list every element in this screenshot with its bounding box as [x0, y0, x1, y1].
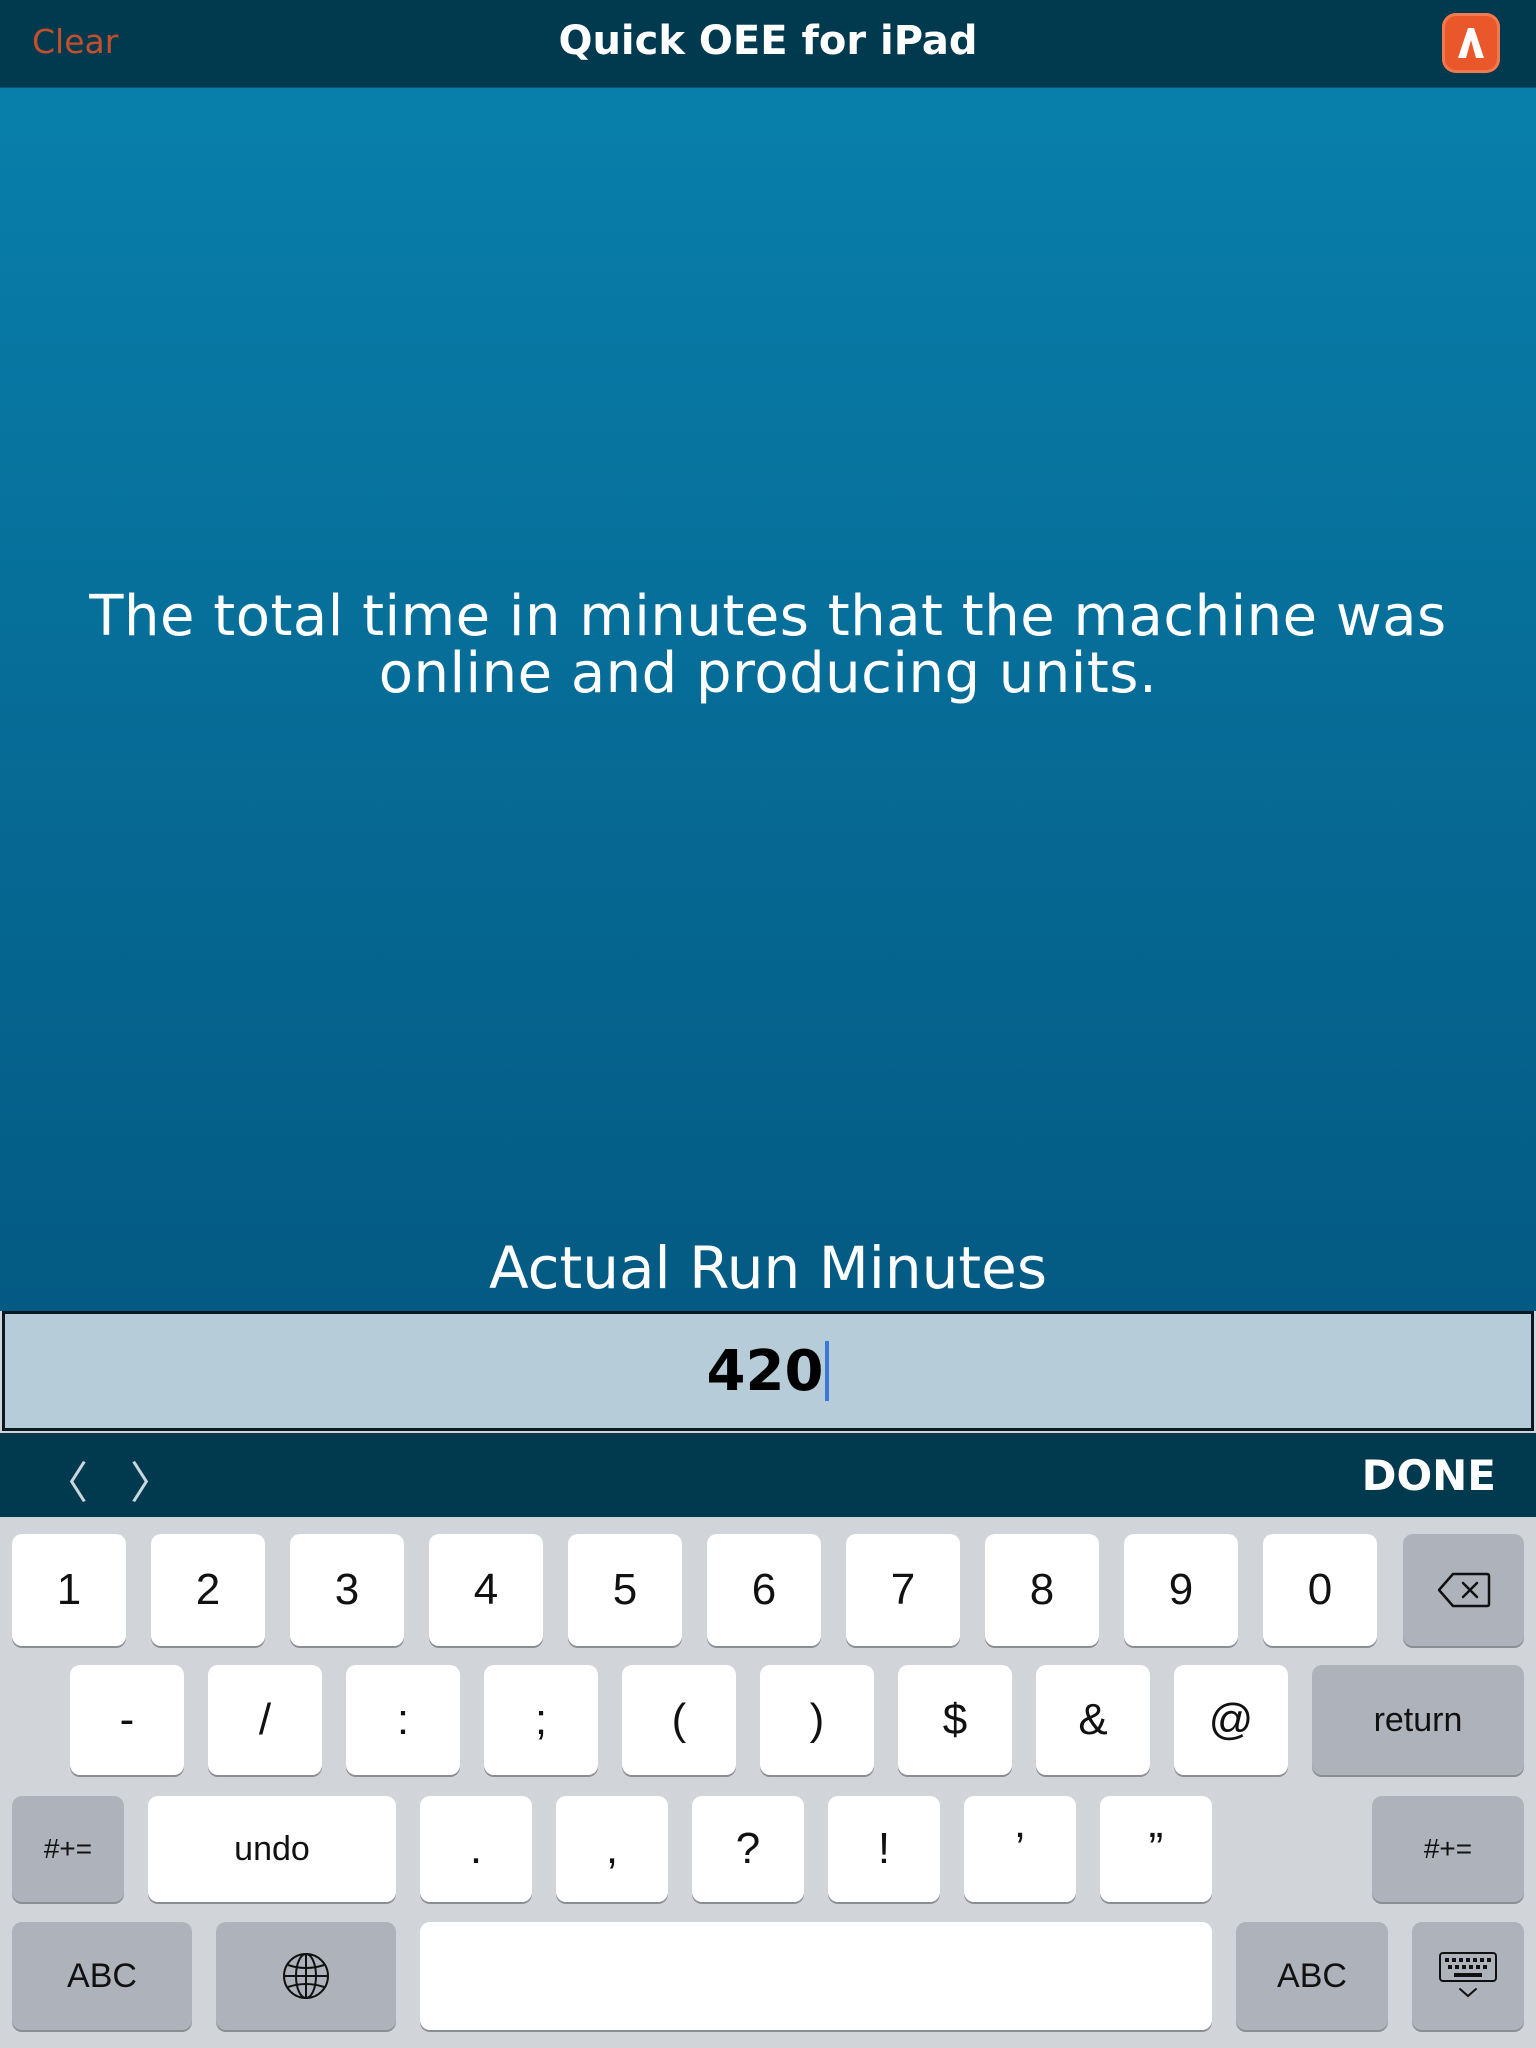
- globe-icon: [283, 1953, 329, 1999]
- key-question[interactable]: ?: [692, 1796, 804, 1902]
- key-8[interactable]: 8: [985, 1534, 1099, 1646]
- key-open-paren[interactable]: (: [622, 1665, 736, 1775]
- key-apostrophe[interactable]: ’: [964, 1796, 1076, 1902]
- key-colon[interactable]: :: [346, 1665, 460, 1775]
- next-field-button[interactable]: 〉: [130, 1447, 174, 1511]
- key-quote[interactable]: ”: [1100, 1796, 1212, 1902]
- key-4[interactable]: 4: [429, 1534, 543, 1646]
- key-5[interactable]: 5: [568, 1534, 682, 1646]
- key-close-paren[interactable]: ): [760, 1665, 874, 1775]
- key-at[interactable]: @: [1174, 1665, 1288, 1775]
- nav-bar: Clear Quick OEE for iPad: [0, 0, 1536, 88]
- key-2[interactable]: 2: [151, 1534, 265, 1646]
- key-semicolon[interactable]: ;: [484, 1665, 598, 1775]
- space-key[interactable]: [420, 1922, 1212, 2030]
- key-3[interactable]: 3: [290, 1534, 404, 1646]
- key-exclamation[interactable]: !: [828, 1796, 940, 1902]
- key-6[interactable]: 6: [707, 1534, 821, 1646]
- main-content: The total time in minutes that the machi…: [0, 88, 1536, 1311]
- keyboard-toolbar: 〈 〉 DONE: [0, 1433, 1536, 1517]
- field-description: The total time in minutes that the machi…: [89, 584, 1447, 706]
- app-logo-icon[interactable]: [1442, 13, 1500, 73]
- text-caret: [825, 1341, 830, 1401]
- symbols-key-left[interactable]: #+=: [12, 1796, 124, 1902]
- input-value: 420: [706, 1338, 824, 1404]
- key-0[interactable]: 0: [1263, 1534, 1377, 1646]
- field-label: Actual Run Minutes: [488, 1234, 1048, 1302]
- key-hyphen[interactable]: -: [70, 1665, 184, 1775]
- undo-key[interactable]: undo: [148, 1796, 396, 1902]
- delete-key[interactable]: [1403, 1534, 1524, 1646]
- key-9[interactable]: 9: [1124, 1534, 1238, 1646]
- key-period[interactable]: .: [420, 1796, 532, 1902]
- done-button[interactable]: DONE: [1362, 1451, 1496, 1500]
- key-ampersand[interactable]: &: [1036, 1665, 1150, 1775]
- key-comma[interactable]: ,: [556, 1796, 668, 1902]
- keyboard: 1 2 3 4 5 6 7 8 9 0 - / : ; ( ) $ & @ re…: [0, 1517, 1536, 2048]
- keyboard-dismiss-icon: [1439, 1952, 1497, 1998]
- key-slash[interactable]: /: [208, 1665, 322, 1775]
- key-dollar[interactable]: $: [898, 1665, 1012, 1775]
- abc-key-left[interactable]: ABC: [12, 1922, 192, 2030]
- return-key[interactable]: return: [1312, 1665, 1524, 1775]
- delete-icon: [1437, 1572, 1490, 1608]
- globe-key[interactable]: [216, 1922, 396, 2030]
- dismiss-keyboard-key[interactable]: [1412, 1922, 1524, 2030]
- abc-key-right[interactable]: ABC: [1236, 1922, 1388, 2030]
- key-7[interactable]: 7: [846, 1534, 960, 1646]
- previous-field-button[interactable]: 〈: [44, 1447, 88, 1511]
- page-title: Quick OEE for iPad: [558, 18, 978, 64]
- symbols-key-right[interactable]: #+=: [1372, 1796, 1524, 1902]
- run-minutes-input[interactable]: 420: [2, 1311, 1534, 1431]
- key-1[interactable]: 1: [12, 1534, 126, 1646]
